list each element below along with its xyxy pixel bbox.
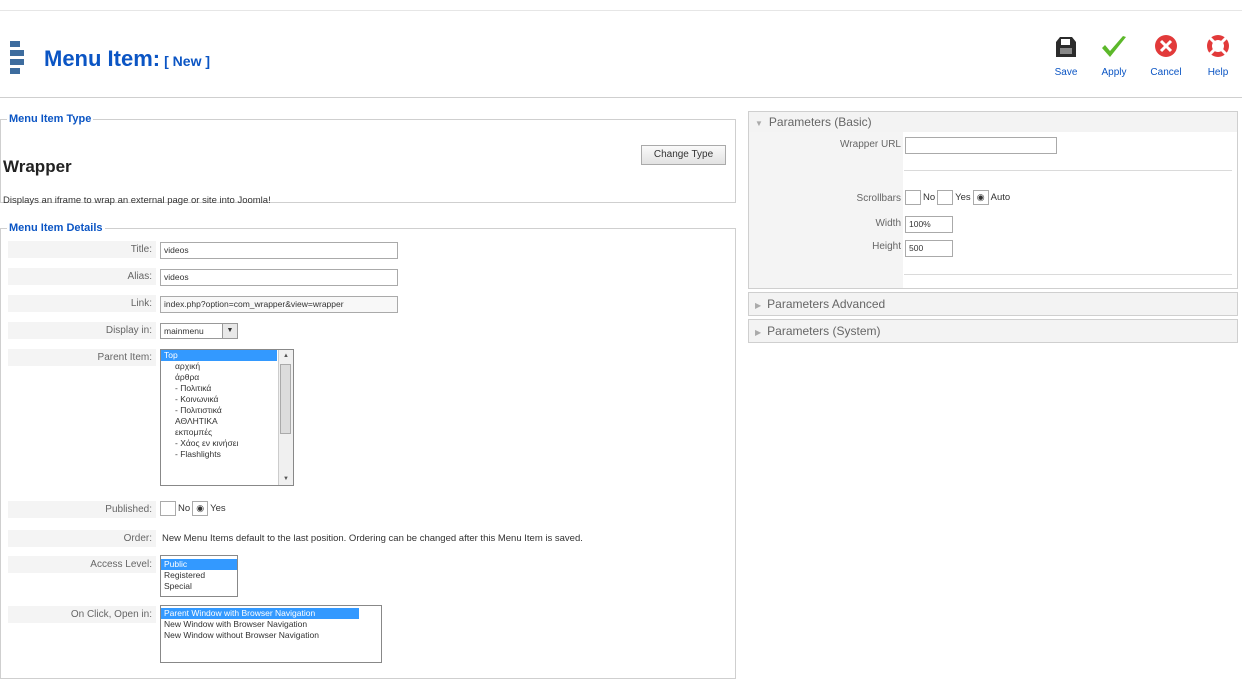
triangle-right-icon: ▶ — [755, 301, 762, 310]
scrollbars-yes-label: Yes — [955, 192, 971, 203]
scrollbar-thumb[interactable] — [280, 364, 291, 434]
parameters-system-title: Parameters (System) — [767, 324, 881, 338]
menu-item-type-section: Menu Item Type Wrapper Displays an ifram… — [0, 113, 736, 206]
display-in-select[interactable]: mainmenu ▼ — [160, 323, 238, 339]
cancel-button[interactable]: Cancel — [1142, 33, 1190, 78]
cancel-icon — [1155, 35, 1177, 57]
access-option[interactable]: Registered — [161, 570, 237, 581]
title-input[interactable]: videos — [160, 242, 398, 259]
height-label: Height — [872, 241, 901, 252]
parent-option[interactable]: - Flashlights — [161, 449, 293, 460]
display-in-label: Display in: — [8, 322, 156, 339]
parameters-basic-panel: ▼ Parameters (Basic) Wrapper URL Scrollba… — [748, 111, 1238, 289]
parameters-basic-header[interactable]: ▼ Parameters (Basic) — [749, 112, 1237, 132]
menu-item-type-description: Displays an iframe to wrap an external p… — [3, 195, 271, 206]
parent-option[interactable]: - Πολιτικά — [161, 383, 293, 394]
order-label: Order: — [8, 530, 156, 547]
scrollbars-no-label: No — [923, 192, 936, 203]
onclick-open-in-select[interactable]: Parent Window with Browser Navigation Ne… — [160, 605, 382, 663]
scroll-down-icon[interactable]: ▼ — [279, 473, 293, 485]
published-no-radio[interactable] — [160, 501, 176, 516]
access-option[interactable]: Public — [161, 559, 237, 570]
published-no-label: No — [178, 503, 191, 514]
parent-item-scrollbar[interactable]: ▲ ▼ — [278, 350, 293, 485]
scrollbars-yes-radio[interactable] — [937, 190, 954, 205]
parent-option[interactable]: - Πολιτιστικά — [161, 405, 293, 416]
menu-item-type-name: Wrapper — [3, 157, 72, 176]
cancel-label: Cancel — [1150, 67, 1182, 78]
save-button[interactable]: Save — [1042, 33, 1090, 78]
toolbar: Save Apply Cancel Help — [1042, 33, 1242, 93]
alias-input[interactable]: videos — [160, 269, 398, 286]
change-type-button[interactable]: Change Type — [641, 145, 726, 165]
parent-option[interactable]: - Χάος εν κινήσει — [161, 438, 293, 449]
parent-option[interactable]: - Κοινωνικά — [161, 394, 293, 405]
onclick-option[interactable]: New Window without Browser Navigation — [161, 630, 381, 641]
access-level-label: Access Level: — [8, 556, 156, 573]
page-title-text: Menu Item: — [44, 46, 161, 71]
page-title: Menu Item:[ New ] — [44, 46, 210, 72]
scrollbars-no-radio[interactable] — [905, 190, 921, 205]
onclick-open-in-label: On Click, Open in: — [8, 606, 156, 623]
order-text: New Menu Items default to the last posit… — [162, 533, 583, 544]
page-header: Menu Item:[ New ] Save Apply Cancel Help — [0, 10, 1242, 98]
parameters-advanced-header[interactable]: ▶ Parameters Advanced — [749, 293, 1237, 315]
divider — [904, 274, 1232, 275]
access-level-select[interactable]: Public Registered Special — [160, 555, 238, 597]
menu-item-type-legend: Menu Item Type — [9, 113, 92, 125]
scrollbars-auto-radio[interactable]: ◉ — [972, 190, 989, 205]
parent-option[interactable]: αρχική — [161, 361, 293, 372]
menu-item-details-legend: Menu Item Details — [9, 222, 103, 234]
save-label: Save — [1054, 67, 1078, 78]
triangle-down-icon: ▼ — [755, 119, 763, 128]
apply-button[interactable]: Apply — [1090, 33, 1138, 78]
parent-item-label: Parent Item: — [8, 349, 156, 366]
display-in-value: mainmenu — [164, 326, 204, 336]
scroll-up-icon[interactable]: ▲ — [279, 350, 293, 362]
title-label: Title: — [8, 241, 156, 258]
chevron-down-icon[interactable]: ▼ — [222, 324, 237, 338]
help-label: Help — [1207, 67, 1229, 78]
published-yes-radio[interactable]: ◉ — [192, 501, 209, 516]
page-title-subtitle: [ New ] — [164, 53, 211, 69]
access-option[interactable]: Special — [161, 581, 237, 592]
parent-item-select[interactable]: Top αρχική άρθρα - Πολιτικά - Κοινωνικά … — [160, 349, 294, 486]
parent-option[interactable]: εκπομπές — [161, 427, 293, 438]
parameters-system-panel: ▶ Parameters (System) — [748, 319, 1238, 343]
width-label: Width — [875, 218, 901, 229]
parent-option[interactable]: ΑΘΛΗΤΙΚΑ — [161, 416, 293, 427]
published-radio-group: No ◉ Yes — [160, 501, 228, 516]
apply-icon — [1102, 36, 1126, 57]
apply-label: Apply — [1101, 67, 1127, 78]
link-input[interactable]: index.php?option=com_wrapper&view=wrappe… — [160, 296, 398, 313]
wrapper-url-input[interactable] — [905, 137, 1057, 154]
scrollbars-label: Scrollbars — [856, 193, 901, 204]
height-input[interactable]: 500 — [905, 240, 953, 257]
parameters-system-header[interactable]: ▶ Parameters (System) — [749, 320, 1237, 342]
width-input[interactable]: 100% — [905, 216, 953, 233]
menu-item-icon — [10, 41, 32, 77]
wrapper-url-label: Wrapper URL — [840, 139, 901, 150]
parameters-basic-title: Parameters (Basic) — [768, 115, 872, 129]
help-button[interactable]: Help — [1194, 33, 1242, 78]
parameters-advanced-title: Parameters Advanced — [767, 297, 886, 311]
save-icon — [1056, 37, 1076, 57]
alias-label: Alias: — [8, 268, 156, 285]
scrollbars-auto-label: Auto — [990, 192, 1011, 203]
onclick-option[interactable]: Parent Window with Browser Navigation — [161, 608, 359, 619]
published-label: Published: — [8, 501, 156, 518]
parent-option[interactable]: άρθρα — [161, 372, 293, 383]
divider — [904, 170, 1232, 171]
parent-option[interactable]: Top — [161, 350, 277, 361]
published-yes-label: Yes — [210, 503, 226, 514]
onclick-option[interactable]: New Window with Browser Navigation — [161, 619, 381, 630]
triangle-right-icon: ▶ — [755, 328, 762, 337]
link-label: Link: — [8, 295, 156, 312]
parameters-label-column — [749, 132, 903, 288]
help-icon — [1207, 35, 1229, 57]
parameters-advanced-panel: ▶ Parameters Advanced — [748, 292, 1238, 316]
scrollbars-radio-group: No Yes ◉ Auto — [905, 190, 1012, 205]
